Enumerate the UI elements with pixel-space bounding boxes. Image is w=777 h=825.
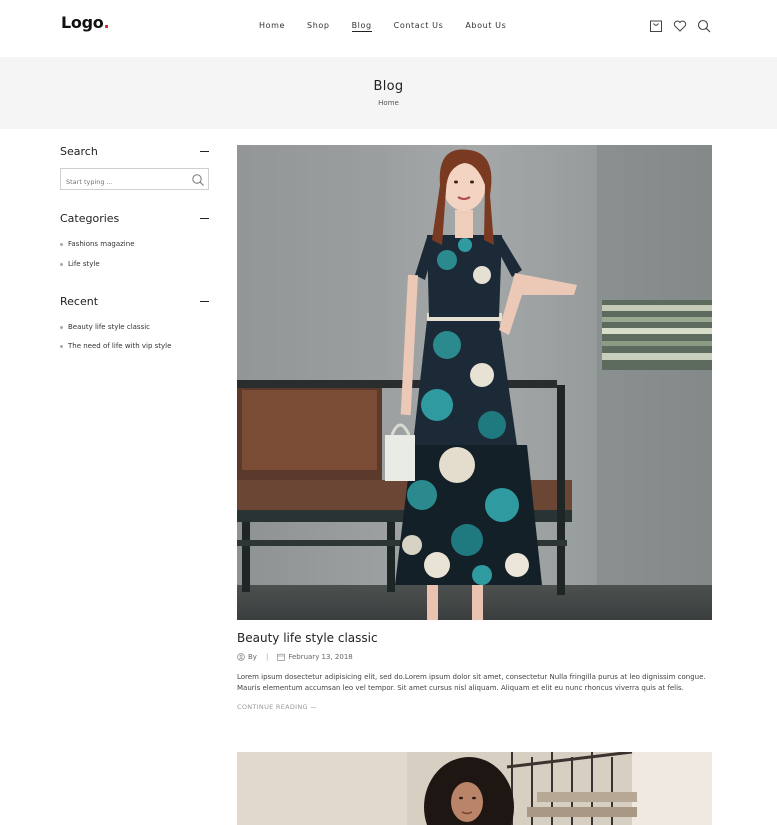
heart-icon[interactable] [673, 18, 688, 33]
collapse-icon[interactable] [200, 300, 209, 302]
search-icon[interactable] [697, 18, 712, 33]
continue-reading-link[interactable]: CONTINUE READING — [237, 703, 317, 711]
post-date: February 13, 2018 [288, 653, 353, 661]
nav-shop[interactable]: Shop [307, 21, 330, 32]
recent-widget: Recent Beauty life style classic The nee… [60, 293, 210, 356]
recent-widget-header[interactable]: Recent [60, 293, 210, 309]
logo[interactable]: Logo. [61, 13, 110, 32]
nav-about-us[interactable]: About Us [465, 21, 506, 32]
recent-item[interactable]: Beauty life style classic [60, 317, 210, 337]
post-author-prefix: By [248, 653, 257, 661]
bullet-icon [60, 262, 63, 266]
category-label: Fashions magazine [68, 240, 135, 248]
page-banner: Blog Home [0, 57, 777, 129]
search-widget-title: Search [60, 144, 98, 158]
post-title[interactable]: Beauty life style classic [237, 631, 378, 645]
collapse-icon[interactable] [200, 150, 209, 152]
category-item[interactable]: Life style [60, 254, 210, 274]
meta-separator: | [265, 653, 269, 661]
site-header: Logo. Home Shop Blog Contact Us About Us [0, 0, 777, 57]
bullet-icon [60, 242, 63, 246]
search-icon[interactable] [191, 172, 205, 186]
page-title: Blog [373, 79, 404, 94]
recent-label: The need of life with vip style [68, 342, 172, 350]
bullet-icon [60, 344, 63, 348]
collapse-icon[interactable] [200, 217, 209, 219]
search-widget: Search [60, 143, 210, 192]
category-item[interactable]: Fashions magazine [60, 234, 210, 254]
categories-widget-title: Categories [60, 211, 120, 225]
nav-home[interactable]: Home [259, 21, 285, 32]
categories-widget: Categories Fashions magazine Life style [60, 210, 210, 274]
search-box [60, 168, 209, 192]
recent-label: Beauty life style classic [68, 323, 151, 331]
logo-text: Logo [61, 13, 104, 32]
bullet-icon [60, 325, 63, 329]
main-nav: Home Shop Blog Contact Us About Us [259, 21, 506, 32]
post-featured-image[interactable] [237, 752, 712, 825]
post-featured-image[interactable] [237, 145, 712, 620]
post-excerpt: Lorem ipsum dosectetur adipisicing elit,… [237, 673, 706, 692]
logo-dot: . [103, 13, 110, 32]
categories-list: Fashions magazine Life style [60, 234, 210, 274]
search-widget-header[interactable]: Search [60, 143, 210, 159]
search-input[interactable] [61, 172, 186, 192]
nav-blog[interactable]: Blog [351, 21, 372, 32]
category-label: Life style [68, 260, 100, 268]
breadcrumb-home[interactable]: Home [0, 99, 777, 107]
recent-list: Beauty life style classic The need of li… [60, 317, 210, 356]
categories-widget-header[interactable]: Categories [60, 210, 210, 226]
recent-widget-title: Recent [60, 294, 99, 308]
cart-icon[interactable] [649, 18, 664, 33]
nav-contact-us[interactable]: Contact Us [394, 21, 444, 32]
sidebar: Search Categories Fashions magazine Life… [60, 143, 210, 350]
recent-item[interactable]: The need of life with vip style [60, 336, 210, 356]
post-meta: By | February 13, 2018 [237, 653, 353, 661]
header-icons [649, 18, 712, 33]
user-icon [237, 653, 245, 661]
calendar-icon [277, 653, 286, 661]
